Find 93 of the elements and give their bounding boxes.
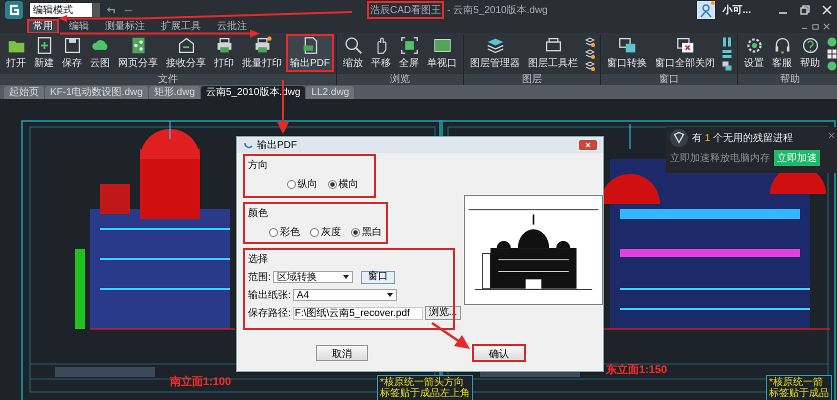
restore-icon[interactable] bbox=[799, 4, 811, 16]
restore-icon[interactable] bbox=[811, 22, 820, 31]
magnifier-icon bbox=[344, 36, 362, 55]
document-tab[interactable]: 矩形.dwg bbox=[148, 86, 200, 99]
window-button[interactable]: 窗口 bbox=[360, 270, 395, 284]
undo-icon[interactable] bbox=[106, 4, 117, 16]
ribbon-button[interactable]: 批量打印 bbox=[238, 34, 286, 72]
notification-title: 有 1 个无用的残留进程 bbox=[692, 132, 794, 145]
group-label: 图层 bbox=[464, 74, 600, 85]
cascade-icon[interactable] bbox=[722, 61, 732, 71]
radio-option[interactable]: 彩色 bbox=[269, 225, 300, 239]
elevation-label: 东立面1:150 bbox=[606, 362, 668, 377]
file-title: - 云南5_2010版本.dwg bbox=[447, 4, 548, 17]
layer-small-icon[interactable] bbox=[585, 49, 595, 59]
help-icon bbox=[800, 36, 820, 55]
ribbon-button[interactable]: 设置 bbox=[740, 34, 768, 72]
avatar-icon[interactable] bbox=[696, 1, 715, 19]
printer-stack-icon bbox=[252, 36, 272, 55]
window-close-all-icon bbox=[676, 36, 694, 55]
close-icon[interactable] bbox=[579, 140, 597, 150]
ribbon-button[interactable]: 图层管理器 bbox=[466, 34, 524, 72]
radio-option[interactable]: 纵向 bbox=[286, 177, 318, 191]
ribbon-button[interactable]: 缩放 bbox=[339, 34, 367, 72]
menu-tab[interactable]: 云批注 bbox=[212, 20, 252, 33]
menu-tab[interactable]: 测量标注 bbox=[100, 20, 150, 33]
menu-tab[interactable]: 扩展工具 bbox=[156, 20, 206, 33]
group-title: 颜色 bbox=[248, 206, 269, 220]
headset-icon bbox=[772, 36, 792, 55]
dialog-title: 输出PDF bbox=[257, 138, 297, 152]
ribbon-button[interactable]: 窗口转换 bbox=[603, 34, 651, 72]
printer-icon bbox=[214, 36, 234, 55]
pdf-file-icon bbox=[300, 36, 320, 55]
menu-tab[interactable]: 常用 bbox=[28, 20, 58, 33]
document-tab[interactable]: 起始页 bbox=[4, 86, 44, 99]
ribbon-button[interactable]: 网页分享 bbox=[114, 34, 162, 72]
paper-dropdown[interactable]: A4 bbox=[292, 289, 397, 301]
elevation-label: 南立面1:100 bbox=[170, 374, 232, 389]
ribbon-button[interactable]: 输出PDF bbox=[286, 34, 334, 72]
ribbon-button[interactable]: 保存 bbox=[58, 34, 86, 72]
document-tab[interactable]: LL2.dwg bbox=[306, 86, 354, 99]
user-name[interactable]: 小可... bbox=[722, 3, 751, 17]
tile-vertical-icon[interactable] bbox=[722, 37, 732, 47]
range-dropdown[interactable]: 区域转换 bbox=[272, 271, 353, 283]
menu-tab[interactable]: 编辑 bbox=[64, 20, 94, 33]
layers-icon bbox=[486, 36, 504, 55]
field-label: 输出纸张: bbox=[248, 288, 291, 302]
ribbon-button[interactable]: 窗口全部关闭 bbox=[651, 34, 719, 72]
layer-small-icon[interactable] bbox=[585, 37, 595, 47]
layer-small-icon[interactable] bbox=[585, 61, 595, 71]
grid-icon[interactable] bbox=[827, 49, 837, 59]
close-icon[interactable] bbox=[822, 22, 831, 31]
dialog-button[interactable]: 取消 bbox=[316, 345, 368, 361]
app-logo-icon bbox=[243, 140, 253, 150]
ribbon-button[interactable]: 帮助 bbox=[796, 34, 824, 72]
viewport-icon bbox=[432, 36, 452, 55]
tile-horizontal-icon[interactable] bbox=[722, 49, 732, 59]
label-note: *核原统一箭 标签贴于成品 bbox=[766, 375, 832, 400]
gear-icon bbox=[744, 36, 764, 55]
ribbon-button[interactable]: 客服 bbox=[768, 34, 796, 72]
group-title: 选择 bbox=[248, 252, 269, 266]
group-label: 窗口 bbox=[601, 74, 737, 85]
group-title: 方向 bbox=[248, 158, 269, 172]
label-note: *核原统一箭头方向 标签贴于成品左上角 bbox=[377, 375, 473, 400]
ribbon-button[interactable]: 接收分享 bbox=[162, 34, 210, 72]
ribbon-button[interactable]: 全屏 bbox=[395, 34, 423, 72]
mode-dropdown[interactable]: 编辑模式 bbox=[30, 3, 100, 17]
field-label: 保存路径: bbox=[248, 307, 291, 320]
field-label: 范围: bbox=[248, 270, 271, 284]
group-label: 文件 bbox=[0, 74, 336, 85]
annotation-arrow bbox=[431, 322, 470, 349]
document-tab[interactable]: KF-1电动数设图.dwg bbox=[45, 86, 148, 99]
close-icon[interactable] bbox=[828, 132, 835, 139]
ribbon-button[interactable]: 图层工具栏 bbox=[524, 34, 582, 72]
ribbon-button[interactable]: 云图 bbox=[86, 34, 114, 72]
notification-message: 立即加速释放电脑内存 bbox=[670, 152, 770, 165]
ribbon-button[interactable]: 新建 bbox=[30, 34, 58, 72]
path-input-field[interactable]: F:\图纸\云南5_recover.pdf bbox=[292, 306, 423, 320]
app-title: 浩辰CAD看图王 bbox=[368, 2, 444, 18]
shield-icon bbox=[670, 129, 688, 147]
ribbon-button[interactable]: 打开 bbox=[2, 34, 30, 72]
group-label: 浏览 bbox=[337, 74, 463, 85]
dialog-button[interactable]: 确认 bbox=[473, 345, 525, 361]
radio-option[interactable]: 横向 bbox=[328, 177, 358, 191]
inbox-icon bbox=[176, 36, 196, 55]
ribbon-button[interactable]: 平移 bbox=[367, 34, 395, 72]
group-label: 帮助 bbox=[738, 74, 837, 85]
ribbon-button[interactable]: 打印 bbox=[210, 34, 238, 72]
fullscreen-icon bbox=[400, 36, 418, 55]
ribbon-button[interactable]: 单视口 bbox=[423, 34, 461, 72]
window-switch-icon bbox=[618, 36, 636, 55]
radio-option[interactable]: 灰度 bbox=[310, 225, 341, 239]
radio-option[interactable]: 黑白 bbox=[351, 225, 382, 239]
app-logo-icon bbox=[4, 0, 24, 20]
